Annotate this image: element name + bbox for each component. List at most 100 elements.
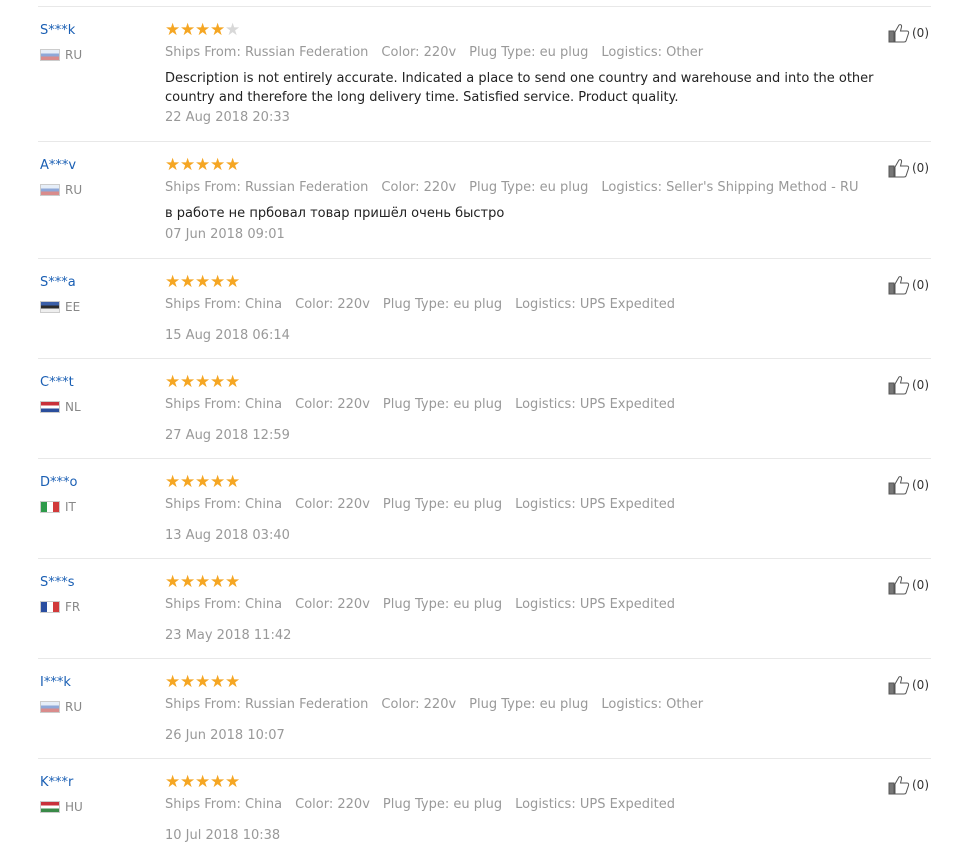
logistics-label: Logistics: xyxy=(515,397,576,412)
ships-from-info: Ships From: China xyxy=(165,397,282,412)
star-icon: ★ xyxy=(180,472,196,492)
order-info: Ships From: Russian Federation Color: 220… xyxy=(165,45,716,60)
reviewer-name-link[interactable]: D***o xyxy=(40,475,77,490)
plug-type-label: Plug Type: xyxy=(382,797,450,812)
color-label: Color: xyxy=(295,597,334,612)
country-code: RU xyxy=(65,48,83,62)
country-code: IT xyxy=(65,500,76,514)
helpful-button[interactable]: (0) xyxy=(888,675,929,695)
thumbs-up-icon xyxy=(888,376,910,395)
logistics-value: Other xyxy=(666,697,704,712)
reviewer-name-link[interactable]: I***k xyxy=(40,675,71,690)
color-label: Color: xyxy=(295,297,334,312)
color-label: Color: xyxy=(381,180,420,195)
order-info: Ships From: Russian Federation Color: 220… xyxy=(165,180,872,195)
ships-from-info: Ships From: Russian Federation xyxy=(165,45,368,60)
star-rating: ★ ★ ★ ★ ★ xyxy=(165,674,240,691)
ships-from-info: Ships From: China xyxy=(165,297,282,312)
star-icon: ★ xyxy=(180,372,196,392)
review-separator xyxy=(38,258,931,259)
review-text: Description is not entirely accurate. In… xyxy=(165,71,874,105)
reviewer-country: NL xyxy=(40,400,81,414)
helpful-button[interactable]: (0) xyxy=(888,158,929,178)
reviewer-name-link[interactable]: K***r xyxy=(40,775,73,790)
star-icon: ★ xyxy=(195,272,211,292)
ships-from-info: Ships From: Russian Federation xyxy=(165,180,368,195)
plug-type-label: Plug Type: xyxy=(469,180,536,195)
ships-from-value: China xyxy=(245,497,283,512)
reviewer-name-link[interactable]: S***k xyxy=(40,23,75,38)
logistics-info: Logistics: UPS Expedited xyxy=(515,297,675,312)
helpful-button[interactable]: (0) xyxy=(888,275,929,295)
helpful-count: (0) xyxy=(912,26,929,40)
plug-type-value: eu plug xyxy=(453,297,503,312)
star-rating: ★ ★ ★ ★ ★ xyxy=(165,22,240,39)
helpful-button[interactable]: (0) xyxy=(888,475,929,495)
logistics-label: Logistics: xyxy=(601,180,662,195)
star-icon: ★ xyxy=(225,572,241,592)
star-icon: ★ xyxy=(165,472,181,492)
reviewer-name-link[interactable]: S***a xyxy=(40,275,76,290)
review-date: 10 Jul 2018 10:38 xyxy=(165,828,281,843)
ships-from-label: Ships From: xyxy=(165,597,241,612)
helpful-button[interactable]: (0) xyxy=(888,23,929,43)
color-info: Color: 220v xyxy=(295,597,370,612)
ships-from-info: Ships From: Russian Federation xyxy=(165,697,368,712)
plug-type-info: Plug Type: eu plug xyxy=(383,397,502,412)
reviewer-name-link[interactable]: A***v xyxy=(40,158,76,173)
logistics-value: UPS Expedited xyxy=(579,297,675,312)
star-icon: ★ xyxy=(195,472,211,492)
ships-from-label: Ships From: xyxy=(165,180,241,195)
star-icon: ★ xyxy=(210,572,226,592)
helpful-count: (0) xyxy=(912,378,929,392)
review-date: 26 Jun 2018 10:07 xyxy=(165,728,285,743)
helpful-button[interactable]: (0) xyxy=(888,375,929,395)
color-info: Color: 220v xyxy=(295,297,370,312)
reviewer-name-link[interactable]: C***t xyxy=(40,375,74,390)
plug-type-info: Plug Type: eu plug xyxy=(469,45,588,60)
helpful-button[interactable]: (0) xyxy=(888,775,929,795)
ships-from-value: Russian Federation xyxy=(245,180,369,195)
country-flag-icon xyxy=(40,501,60,513)
reviewer-country: HU xyxy=(40,800,83,814)
review-separator xyxy=(38,358,931,359)
helpful-count: (0) xyxy=(912,778,929,792)
color-label: Color: xyxy=(295,397,334,412)
order-info: Ships From: China Color: 220v Plug Type: e… xyxy=(165,297,688,312)
star-icon: ★ xyxy=(225,20,241,40)
order-info: Ships From: China Color: 220v Plug Type: e… xyxy=(165,797,688,812)
review-date: 07 Jun 2018 09:01 xyxy=(165,227,285,242)
logistics-value: Seller's Shipping Method - RU xyxy=(666,180,859,195)
star-rating: ★ ★ ★ ★ ★ xyxy=(165,774,240,791)
color-value: 220v xyxy=(337,597,370,612)
ships-from-label: Ships From: xyxy=(165,397,241,412)
ships-from-value: China xyxy=(245,397,283,412)
star-icon: ★ xyxy=(195,672,211,692)
plug-type-info: Plug Type: eu plug xyxy=(383,597,502,612)
star-icon: ★ xyxy=(210,472,226,492)
plug-type-value: eu plug xyxy=(539,697,589,712)
ships-from-value: Russian Federation xyxy=(245,697,369,712)
star-icon: ★ xyxy=(210,772,226,792)
star-icon: ★ xyxy=(225,472,241,492)
country-flag-icon xyxy=(40,301,60,313)
star-icon: ★ xyxy=(180,572,196,592)
plug-type-info: Plug Type: eu plug xyxy=(469,697,588,712)
logistics-value: Other xyxy=(666,45,704,60)
country-code: FR xyxy=(65,600,81,614)
star-icon: ★ xyxy=(180,772,196,792)
plug-type-value: eu plug xyxy=(453,397,503,412)
reviewer-country: FR xyxy=(40,600,80,614)
color-info: Color: 220v xyxy=(381,45,456,60)
reviewer-name-link[interactable]: S***s xyxy=(40,575,75,590)
color-info: Color: 220v xyxy=(295,797,370,812)
country-flag-icon xyxy=(40,184,60,196)
star-icon: ★ xyxy=(180,20,196,40)
star-icon: ★ xyxy=(225,155,241,175)
ships-from-label: Ships From: xyxy=(165,797,241,812)
reviewer-country: RU xyxy=(40,700,82,714)
color-info: Color: 220v xyxy=(381,697,456,712)
review-separator xyxy=(38,458,931,459)
helpful-button[interactable]: (0) xyxy=(888,575,929,595)
color-label: Color: xyxy=(381,697,420,712)
